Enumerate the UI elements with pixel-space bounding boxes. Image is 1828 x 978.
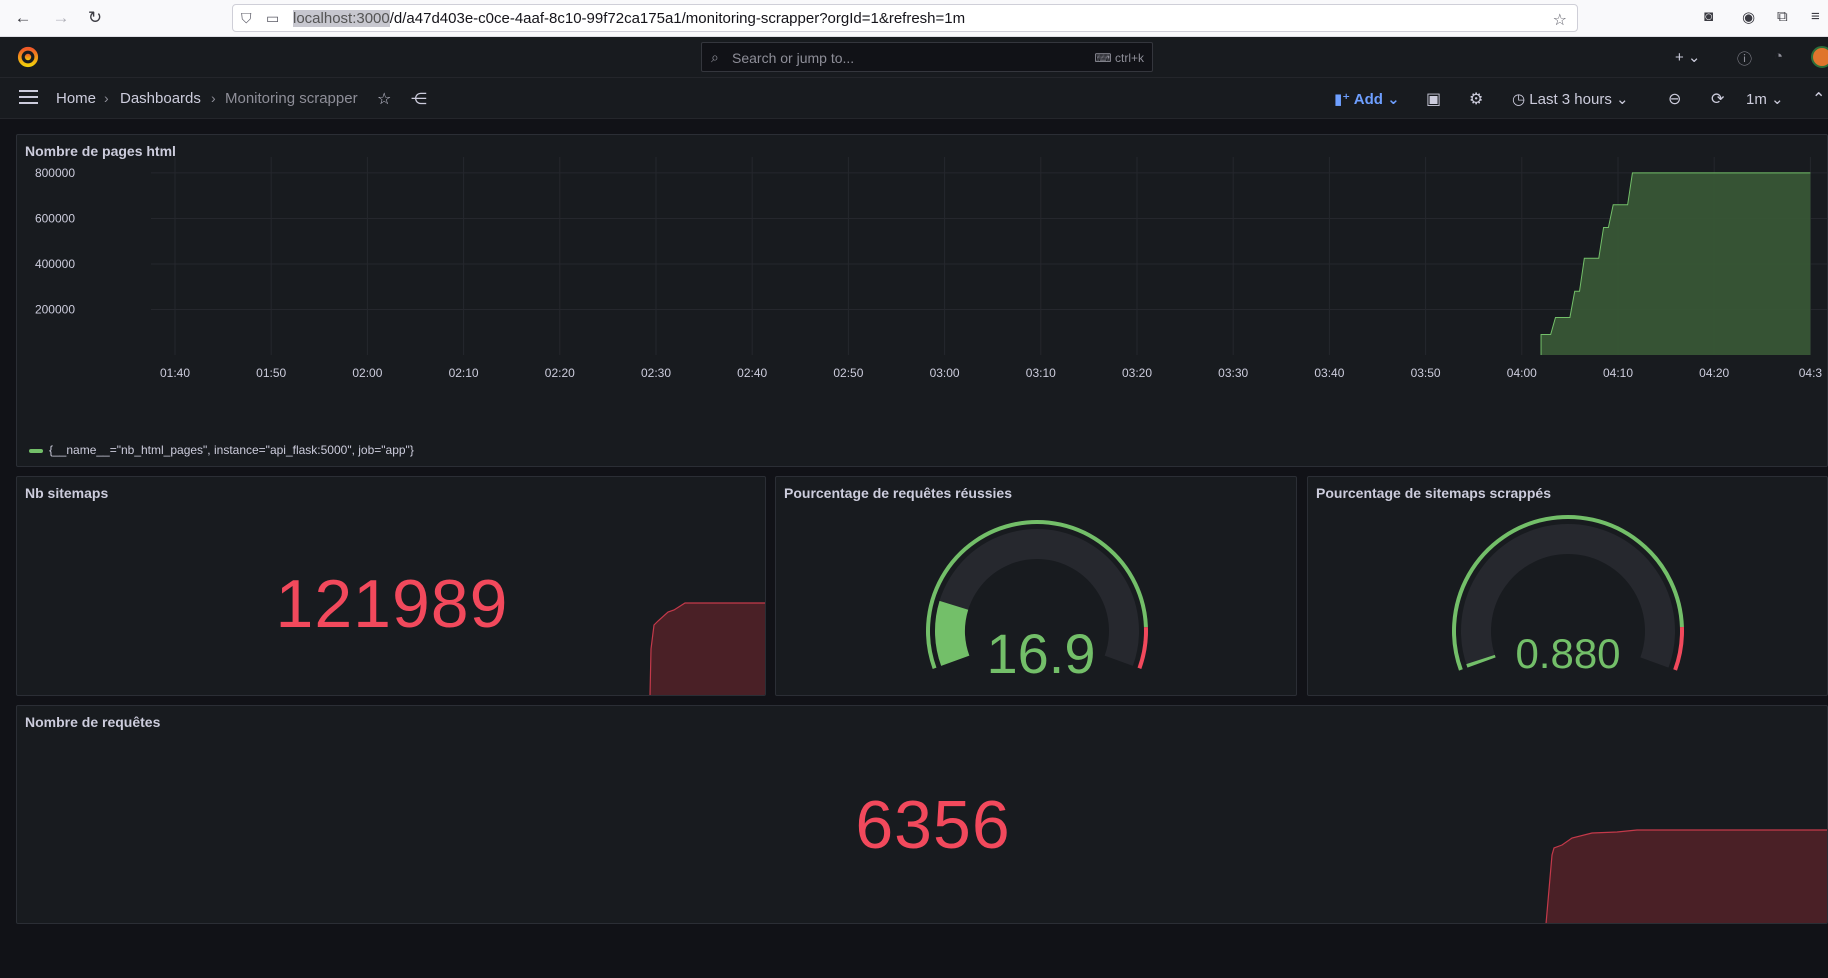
- grafana-topbar: ⌕ Search or jump to... ⌨ ctrl+k + ⌄ ⓘ ◔: [0, 37, 1828, 78]
- url-host: localhost:3000: [293, 10, 390, 27]
- x-tick-label: 03:20: [1122, 366, 1152, 380]
- new-label: +: [1675, 49, 1684, 66]
- legend-label: {__name__="nb_html_pages", instance="api…: [49, 443, 414, 457]
- url-path: /d/a47d403e-c0ce-4aaf-8c10-99f72ca175a1/…: [389, 10, 966, 27]
- new-dropdown-button[interactable]: + ⌄: [1675, 48, 1701, 66]
- shield-icon: ⛉: [241, 10, 252, 26]
- dashboard-navbar: Home › Dashboards › Monitoring scrapper …: [0, 78, 1828, 119]
- help-icon[interactable]: ⓘ: [1737, 48, 1752, 69]
- save-icon[interactable]: ▣: [1426, 89, 1441, 109]
- refresh-icon[interactable]: ⟳: [1711, 89, 1724, 109]
- search-input[interactable]: ⌕ Search or jump to... ⌨ ctrl+k: [701, 42, 1153, 72]
- x-tick-label: 02:00: [352, 366, 382, 380]
- x-tick-label: 01:50: [256, 366, 286, 380]
- back-icon[interactable]: ←: [12, 7, 34, 29]
- time-range-label: Last 3 hours: [1529, 91, 1612, 108]
- bookmark-star-icon[interactable]: ☆: [1553, 10, 1567, 30]
- x-tick-label: 03:10: [1026, 366, 1056, 380]
- x-tick-label: 02:40: [737, 366, 767, 380]
- legend-swatch: [29, 448, 43, 453]
- share-icon[interactable]: ⋲: [411, 89, 427, 109]
- panel-requests[interactable]: Nombre de requêtes 6356: [16, 705, 1828, 924]
- chevron-right-icon: ›: [104, 90, 109, 106]
- refresh-interval-picker[interactable]: 1m ⌄: [1746, 90, 1784, 108]
- news-icon[interactable]: ◔: [1774, 48, 1783, 65]
- panel-sitemaps-scraped[interactable]: Pourcentage de sitemaps scrappés 0.880: [1307, 476, 1828, 696]
- requests-success-value: 16.9: [986, 622, 1096, 685]
- x-tick-label: 04:20: [1699, 366, 1729, 380]
- x-tick-label: 01:40: [160, 366, 190, 380]
- panel-sitemaps[interactable]: Nb sitemaps 121989: [16, 476, 766, 696]
- grafana-logo-icon[interactable]: [17, 46, 39, 68]
- sitemaps-scraped-value: 0.880: [1515, 630, 1621, 677]
- x-tick-label: 02:20: [545, 366, 575, 380]
- refresh-interval-label: 1m: [1746, 91, 1767, 108]
- forward-icon[interactable]: →: [50, 7, 72, 29]
- star-icon[interactable]: ☆: [377, 89, 391, 109]
- search-placeholder: Search or jump to...: [732, 50, 855, 66]
- account-icon[interactable]: ◉: [1742, 8, 1755, 26]
- time-range-picker[interactable]: ◷ Last 3 hours ⌄: [1512, 90, 1629, 108]
- breadcrumb-home[interactable]: Home: [56, 90, 96, 107]
- add-button[interactable]: ▮⁺ Add ⌄: [1334, 90, 1400, 108]
- x-tick-label: 03:40: [1314, 366, 1344, 380]
- pocket-icon[interactable]: ◙: [1704, 8, 1713, 25]
- mega-menu-icon[interactable]: [19, 90, 38, 108]
- breadcrumb-current: Monitoring scrapper: [225, 90, 358, 107]
- sitemaps-value: 121989: [275, 566, 509, 642]
- search-icon: ⌕: [711, 49, 719, 65]
- browser-toolbar: ← → ↻ ⛉ ▭ localhost:3000/d/a47d403e-c0ce…: [0, 0, 1828, 37]
- settings-gear-icon[interactable]: ⚙: [1469, 89, 1483, 109]
- x-tick-label: 04:10: [1603, 366, 1633, 380]
- avatar[interactable]: [1811, 46, 1828, 68]
- search-shortcut-text: ctrl+k: [1114, 51, 1144, 65]
- search-shortcut: ⌨ ctrl+k: [1094, 51, 1144, 65]
- address-bar[interactable]: ⛉ ▭ localhost:3000/d/a47d403e-c0ce-4aaf-…: [232, 4, 1578, 32]
- url-text: localhost:3000/d/a47d403e-c0ce-4aaf-8c10…: [293, 10, 965, 27]
- extensions-icon[interactable]: ⧉: [1777, 8, 1788, 25]
- y-tick-label: 400000: [35, 257, 75, 271]
- html-pages-chart: 01:40 01:50 02:00 02:10 02:20 02:30 02:40 02:50…: [35, 157, 1827, 380]
- panel-requests-success[interactable]: Pourcentage de requêtes réussies 16.9: [775, 476, 1297, 696]
- x-tick-label: 02:30: [641, 366, 671, 380]
- add-label: Add: [1353, 91, 1383, 108]
- chart-legend[interactable]: {__name__="nb_html_pages", instance="api…: [29, 443, 414, 457]
- y-tick-label: 200000: [35, 302, 75, 316]
- x-tick-label: 04:3: [1799, 366, 1823, 380]
- y-tick-label: 800000: [35, 166, 75, 180]
- chevron-right-icon: ›: [211, 90, 216, 106]
- x-tick-label: 03:00: [930, 366, 960, 380]
- x-tick-label: 02:50: [833, 366, 863, 380]
- panel-html-pages[interactable]: Nombre de pages html 01:40 01:50 02:00 02:1…: [16, 134, 1828, 467]
- x-tick-label: 02:10: [449, 366, 479, 380]
- page-icon: ▭: [266, 10, 280, 26]
- zoom-out-icon[interactable]: ⊖: [1668, 89, 1681, 109]
- x-tick-label: 04:00: [1507, 366, 1537, 380]
- x-tick-label: 03:30: [1218, 366, 1248, 380]
- x-tick-label: 03:50: [1411, 366, 1441, 380]
- menu-icon[interactable]: ≡: [1811, 8, 1820, 25]
- requests-value: 6356: [855, 787, 1011, 863]
- reload-icon[interactable]: ↻: [84, 7, 106, 29]
- breadcrumb-dashboards[interactable]: Dashboards: [120, 90, 201, 107]
- collapse-chevron-icon[interactable]: ⌃: [1812, 89, 1825, 109]
- y-tick-label: 600000: [35, 211, 75, 225]
